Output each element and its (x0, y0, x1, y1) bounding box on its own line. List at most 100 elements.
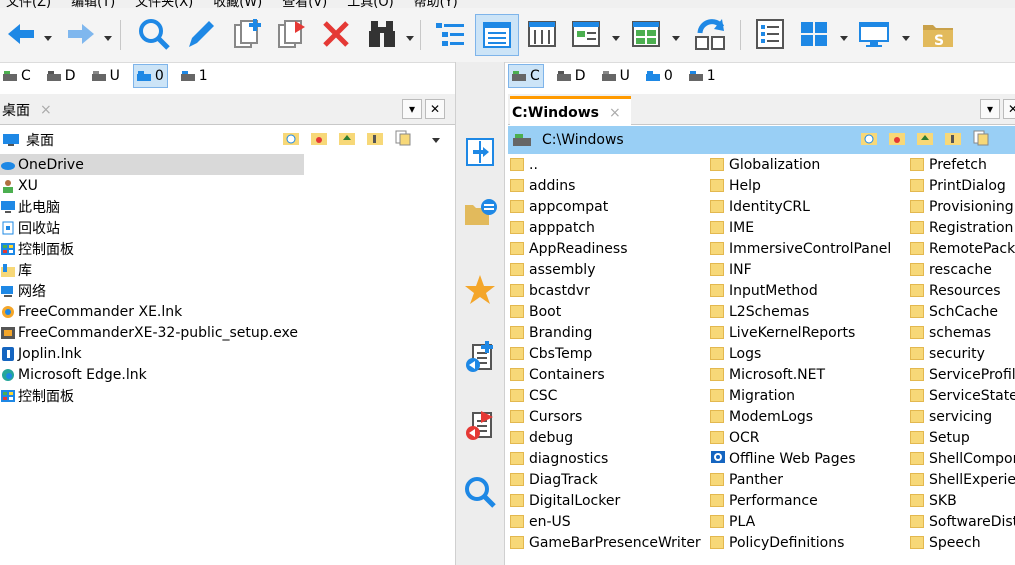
folder-item[interactable]: IdentityCRL (710, 196, 908, 217)
copy-to-other-panel-icon[interactable] (462, 134, 498, 170)
binoculars-icon[interactable] (362, 14, 402, 54)
folder-item[interactable]: en-US (510, 511, 708, 532)
folder-item[interactable]: security (910, 343, 1015, 364)
folder-item[interactable]: Globalization (710, 154, 908, 175)
list-item[interactable]: 控制面板 (0, 238, 455, 259)
folder-item[interactable]: bcastdvr (510, 280, 708, 301)
new-file-icon[interactable] (228, 14, 268, 54)
menu-item[interactable]: 文件夹(X) (135, 0, 193, 8)
list-item[interactable]: OneDrive (0, 154, 304, 175)
monitor-dropdown-icon[interactable] (902, 36, 910, 41)
folder-item[interactable]: CbsTemp (510, 343, 708, 364)
folder-item[interactable]: PLA (710, 511, 908, 532)
folder-item[interactable]: Provisioning (910, 196, 1015, 217)
folder-item[interactable]: Help (710, 175, 908, 196)
folder-item[interactable]: Branding (510, 322, 708, 343)
folder-item[interactable]: Cursors (510, 406, 708, 427)
folder-item[interactable]: Speech (910, 532, 1015, 553)
menu-item[interactable]: 收藏(W) (213, 0, 262, 8)
folder-menu-icon[interactable] (462, 194, 498, 230)
history-folder-icon[interactable] (282, 130, 300, 146)
search-icon[interactable] (134, 14, 174, 54)
right-tab-windows[interactable]: C:Windows × (510, 96, 631, 127)
history-folder-icon[interactable] (860, 130, 878, 146)
tab-close-icon[interactable]: × (40, 102, 52, 118)
list-item[interactable]: Joplin.lnk (0, 343, 455, 364)
folder-item[interactable]: ServiceProfile (910, 364, 1015, 385)
folder-item[interactable]: SKB (910, 490, 1015, 511)
folder-item[interactable]: schemas (910, 322, 1015, 343)
layout-dropdown-icon[interactable] (672, 36, 680, 41)
split-view-icon[interactable] (626, 14, 666, 54)
folder-item[interactable]: Boot (510, 301, 708, 322)
drive-1[interactable]: 1 (686, 65, 719, 87)
list-item[interactable]: 回收站 (0, 217, 455, 238)
drive-u[interactable]: U (89, 65, 123, 87)
folder-item[interactable]: diagnostics (510, 448, 708, 469)
checklist-icon[interactable] (750, 14, 790, 54)
grid-dropdown-icon[interactable] (840, 36, 848, 41)
back-arrow-icon[interactable] (2, 14, 40, 54)
folder-item[interactable]: DiagTrack (510, 469, 708, 490)
folder-item[interactable]: LiveKernelReports (710, 322, 908, 343)
list-item[interactable]: 网络 (0, 280, 455, 301)
favorite-folder-icon[interactable] (888, 130, 906, 146)
drive-0[interactable]: 0 (643, 65, 676, 87)
folder-item[interactable]: apppatch (510, 217, 708, 238)
root-folder-icon[interactable] (944, 130, 962, 146)
folder-item[interactable]: RemotePacka (910, 238, 1015, 259)
folder-item[interactable]: Resources (910, 280, 1015, 301)
copy-file-icon[interactable] (272, 14, 312, 54)
tab-close-icon[interactable]: × (609, 105, 621, 121)
close-panel-icon[interactable]: ✕ (425, 99, 445, 119)
folder-item[interactable]: ShellCompon (910, 448, 1015, 469)
folder-item[interactable]: InputMethod (710, 280, 908, 301)
delete-x-icon[interactable] (316, 14, 356, 54)
monitor-icon[interactable] (854, 14, 896, 54)
sync-icon[interactable] (688, 14, 732, 54)
folder-item[interactable]: CSC (510, 385, 708, 406)
drive-d[interactable]: D (554, 65, 589, 87)
left-tab-desktop[interactable]: 桌面 × (0, 96, 62, 124)
close-panel-icon[interactable]: ✕ (1003, 99, 1015, 119)
layout-grid-icon[interactable] (794, 14, 834, 54)
path-dropdown-icon[interactable] (432, 138, 440, 143)
folder-item[interactable]: Microsoft.NET (710, 364, 908, 385)
tree-view-icon[interactable] (430, 14, 470, 54)
folder-item[interactable]: Migration (710, 385, 908, 406)
menu-item[interactable]: 文件(Z) (6, 0, 51, 8)
folder-item[interactable]: PolicyDefinitions (710, 532, 908, 553)
folder-item[interactable]: AppReadiness (510, 238, 708, 259)
menu-item[interactable]: 帮助(Y) (414, 0, 458, 8)
menu-item[interactable]: 工具(O) (347, 0, 393, 8)
drive-1[interactable]: 1 (178, 65, 211, 87)
binoculars-dropdown-icon[interactable] (406, 36, 414, 41)
folder-item[interactable]: addins (510, 175, 708, 196)
folder-item[interactable]: SoftwareDist (910, 511, 1015, 532)
folder-item[interactable]: Offline Web Pages (710, 448, 908, 469)
folder-item[interactable]: servicing (910, 406, 1015, 427)
folder-item[interactable]: Performance (710, 490, 908, 511)
menu-item[interactable]: 编辑(T) (71, 0, 115, 8)
drive-c[interactable]: C (508, 64, 544, 88)
forward-arrow-icon[interactable] (62, 14, 100, 54)
folder-item[interactable]: IME (710, 217, 908, 238)
folder-item[interactable]: OCR (710, 427, 908, 448)
thumbnail-view-icon[interactable] (566, 14, 606, 54)
folder-item[interactable]: .. (510, 154, 708, 175)
list-item[interactable]: 此电脑 (0, 196, 455, 217)
folder-item[interactable]: ShellExperien (910, 469, 1015, 490)
copy-path-icon[interactable] (394, 130, 412, 146)
folder-item[interactable]: DigitalLocker (510, 490, 708, 511)
view-dropdown-icon[interactable] (612, 36, 620, 41)
folder-item[interactable]: PrintDialog (910, 175, 1015, 196)
folder-item[interactable]: assembly (510, 259, 708, 280)
drive-d[interactable]: D (44, 65, 79, 87)
copy-path-icon[interactable] (972, 130, 990, 146)
parent-folder-icon[interactable] (338, 130, 356, 146)
left-path-bar[interactable]: 桌面 (0, 126, 455, 154)
folder-item[interactable]: GameBarPresenceWriter (510, 532, 708, 553)
drive-u[interactable]: U (599, 65, 633, 87)
folder-item[interactable]: rescache (910, 259, 1015, 280)
right-path-bar[interactable]: C:\Windows (508, 126, 1015, 154)
